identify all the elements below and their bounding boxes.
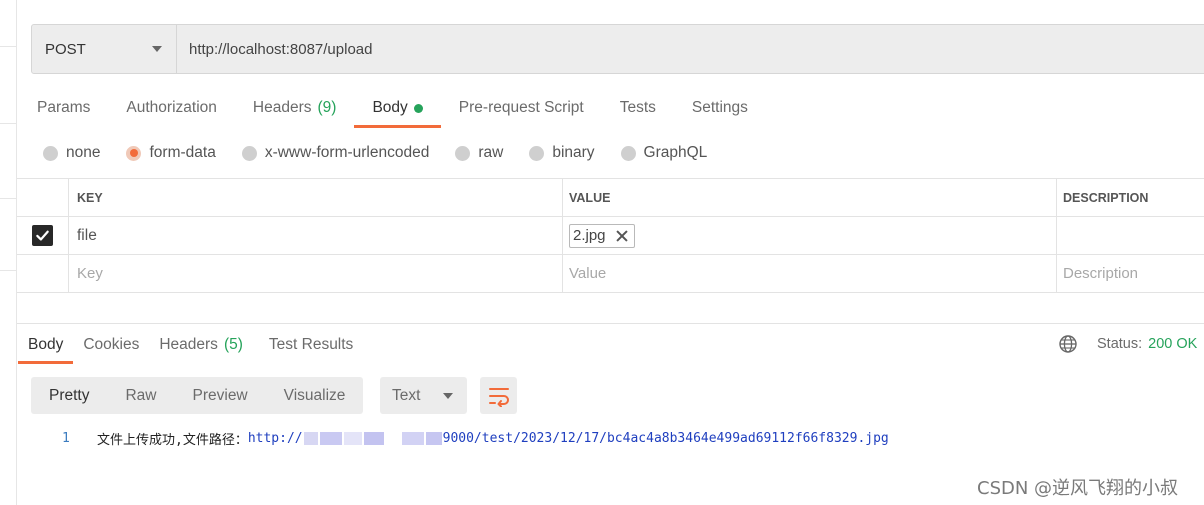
response-message: 文件上传成功,文件路径：: [97, 432, 248, 448]
redacted-region: [303, 431, 318, 445]
tab-params[interactable]: Params: [19, 88, 108, 128]
radio-x-www-form-urlencoded[interactable]: x-www-form-urlencoded: [241, 144, 429, 162]
response-tabs: Body Cookies Headers (5) Test Results: [18, 326, 363, 364]
radio-icon: [241, 145, 257, 161]
url-input[interactable]: http://localhost:8087/upload: [177, 25, 1204, 73]
radio-icon: [620, 145, 636, 161]
close-icon[interactable]: [616, 230, 628, 242]
status-label: Status:: [1097, 336, 1143, 352]
format-visualize-button[interactable]: Visualize: [266, 377, 364, 414]
radio-none[interactable]: none: [43, 144, 100, 162]
description-cell[interactable]: [1057, 217, 1204, 254]
chevron-down-icon: [152, 46, 162, 52]
line-number: 1: [62, 430, 70, 446]
column-header-description: DESCRIPTION: [1063, 190, 1149, 205]
left-gutter: [0, 0, 17, 505]
response-file-url[interactable]: http:// 9000/test/2023/12/17/bc4ac4a8b34…: [248, 431, 889, 446]
format-toggle-group: Pretty Raw Preview Visualize: [31, 377, 364, 414]
radio-selected-icon: [126, 145, 142, 161]
form-data-table: KEY VALUE DESCRIPTION file 2.jpg Key Val…: [17, 178, 1204, 293]
radio-binary[interactable]: binary: [529, 144, 595, 162]
tab-tests[interactable]: Tests: [602, 88, 674, 128]
response-tab-headers[interactable]: Headers (5): [149, 326, 253, 364]
radio-form-data[interactable]: form-data: [126, 144, 216, 162]
value-input[interactable]: Value: [563, 255, 1057, 292]
status-area: Status: 200 OK: [1058, 334, 1197, 354]
radio-icon: [455, 145, 471, 161]
key-cell[interactable]: file: [69, 217, 563, 254]
response-tab-cookies[interactable]: Cookies: [73, 326, 149, 364]
format-pretty-button[interactable]: Pretty: [31, 377, 107, 414]
radio-icon: [43, 145, 58, 161]
response-divider: [17, 323, 1204, 324]
headers-count: (9): [317, 99, 337, 116]
tab-body[interactable]: Body: [354, 88, 442, 128]
method-label: POST: [45, 40, 86, 58]
response-body-line: 1 文件上传成功,文件路径： http:// 9000/test/2023/12…: [62, 428, 889, 448]
table-row-new: Key Value Description: [17, 255, 1204, 293]
watermark: CSDN @逆风飞翔的小叔: [977, 478, 1179, 499]
check-icon: [36, 230, 49, 241]
table-header-row: KEY VALUE DESCRIPTION: [17, 179, 1204, 217]
request-tabs: Params Authorization Headers (9) Body Pre…: [19, 88, 766, 128]
format-raw-button[interactable]: Raw: [107, 377, 174, 414]
wrap-lines-icon: [488, 387, 509, 407]
tab-pre-request-script[interactable]: Pre-request Script: [441, 88, 602, 128]
description-input[interactable]: Description: [1057, 255, 1204, 292]
column-header-key: KEY: [69, 179, 563, 216]
value-cell: 2.jpg: [563, 217, 1057, 254]
tab-headers[interactable]: Headers (9): [235, 88, 355, 128]
response-tab-body[interactable]: Body: [18, 326, 74, 364]
tab-authorization[interactable]: Authorization: [108, 88, 234, 128]
content-type-select[interactable]: Text: [380, 377, 467, 414]
key-input[interactable]: Key: [69, 255, 563, 292]
row-enabled-checkbox[interactable]: [32, 225, 53, 246]
body-indicator-dot: [413, 103, 423, 113]
globe-icon[interactable]: [1058, 334, 1078, 354]
response-headers-count: (5): [223, 336, 243, 353]
tab-settings[interactable]: Settings: [674, 88, 766, 128]
column-header-value: VALUE: [563, 179, 1057, 216]
radio-icon: [529, 145, 545, 161]
method-select[interactable]: POST: [32, 25, 177, 73]
radio-raw[interactable]: raw: [455, 144, 503, 162]
chevron-down-icon: [443, 392, 453, 399]
body-type-radios: none form-data x-www-form-urlencoded raw…: [43, 142, 733, 164]
format-preview-button[interactable]: Preview: [175, 377, 266, 414]
file-chip: 2.jpg: [569, 223, 635, 248]
url-bar: POST http://localhost:8087/upload: [31, 24, 1204, 74]
status-value: 200 OK: [1148, 336, 1198, 352]
wrap-lines-button[interactable]: [480, 377, 517, 414]
table-row: file 2.jpg: [17, 217, 1204, 255]
radio-graphql[interactable]: GraphQL: [620, 144, 707, 162]
response-tab-test-results[interactable]: Test Results: [259, 326, 363, 364]
